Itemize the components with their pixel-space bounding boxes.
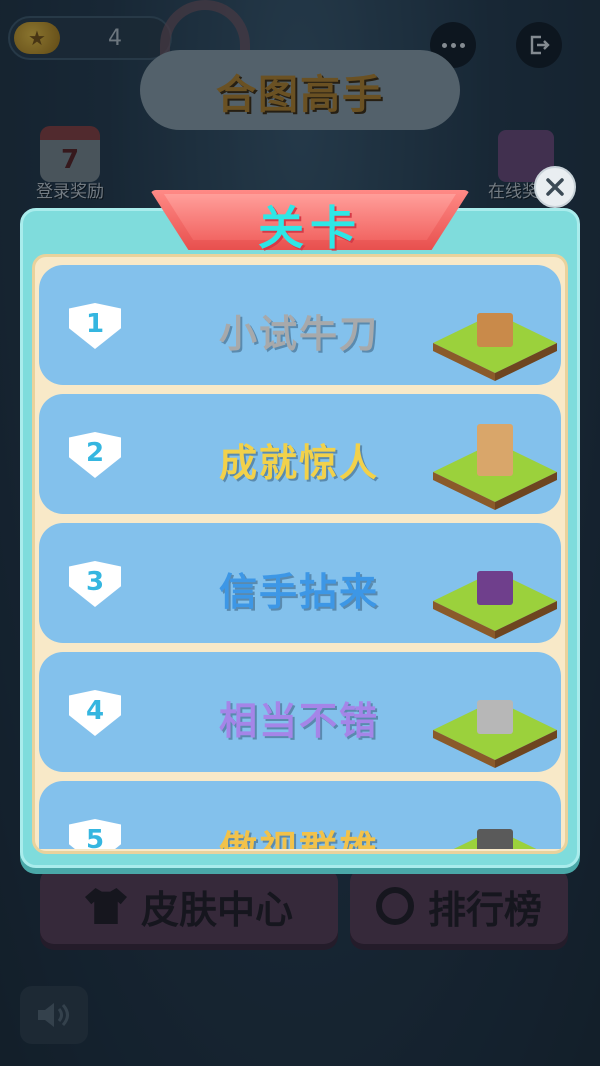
level-row[interactable]: 2 成就惊人 <box>39 394 561 514</box>
level-row[interactable]: 4 相当不错 <box>39 652 561 772</box>
level-shield-icon: 1 <box>69 303 121 349</box>
level-list[interactable]: 1 小试牛刀 2 成就惊人 3 信手拈来 4 相当不错 5 傲视群雄 <box>39 265 561 849</box>
building-tile-icon <box>433 700 557 768</box>
close-button[interactable] <box>534 166 576 208</box>
level-row[interactable]: 3 信手拈来 <box>39 523 561 643</box>
level-list-frame: 1 小试牛刀 2 成就惊人 3 信手拈来 4 相当不错 5 傲视群雄 <box>32 254 568 854</box>
close-icon <box>546 178 564 196</box>
level-number: 5 <box>85 825 105 849</box>
popup-title: 关卡 <box>258 201 362 255</box>
level-number: 1 <box>85 309 105 339</box>
level-shield-icon: 2 <box>69 432 121 478</box>
level-shield-icon: 3 <box>69 561 121 607</box>
level-name: 傲视群雄 <box>169 819 429 849</box>
level-row[interactable]: 5 傲视群雄 <box>39 781 561 849</box>
building-tile-icon <box>433 424 557 510</box>
level-number: 3 <box>85 567 105 597</box>
building-tile-icon <box>433 571 557 639</box>
level-name: 信手拈来 <box>218 570 379 614</box>
level-shield-icon: 4 <box>69 690 121 736</box>
level-number: 4 <box>85 696 105 726</box>
level-row[interactable]: 1 小试牛刀 <box>39 265 561 385</box>
level-name: 成就惊人 <box>218 441 379 485</box>
building-tile-icon <box>433 313 557 381</box>
level-name: 小试牛刀 <box>218 312 379 356</box>
building-tile-icon <box>453 829 537 849</box>
level-number: 2 <box>85 438 105 468</box>
level-name: 相当不错 <box>218 699 379 743</box>
level-shield-icon: 5 <box>69 819 121 849</box>
popup-header: 关卡 <box>150 190 470 255</box>
